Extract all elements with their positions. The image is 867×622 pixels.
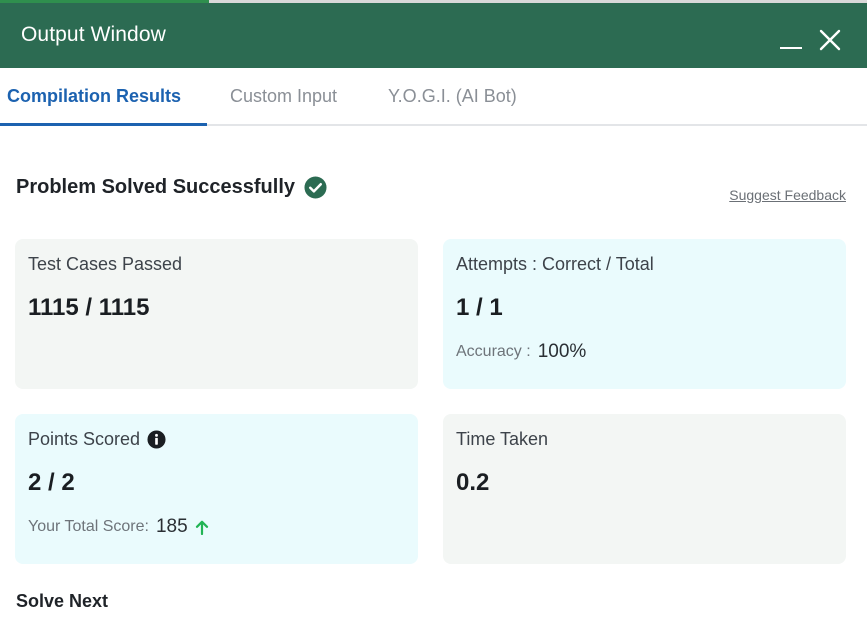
tab-custom-input[interactable]: Custom Input (230, 86, 337, 107)
accuracy-value: 100% (537, 341, 587, 362)
points-label: Points Scored (28, 429, 141, 449)
test-cases-card: Test Cases Passed 1115 / 1115 (15, 239, 418, 389)
minimize-icon[interactable] (780, 47, 802, 49)
attempts-label: Attempts : Correct / Total (456, 254, 654, 274)
close-icon[interactable] (818, 28, 842, 52)
points-label-row: Points Scored (28, 429, 405, 450)
time-label: Time Taken (456, 429, 549, 449)
attempts-card: Attempts : Correct / Total 1 / 1 Accurac… (443, 239, 846, 389)
points-value: 2 / 2 (28, 469, 75, 496)
test-cases-value: 1115 / 1115 (28, 294, 150, 321)
attempts-value: 1 / 1 (456, 294, 503, 321)
tab-bar: Compilation Results Custom Input Y.O.G.I… (0, 68, 867, 126)
suggest-feedback-link[interactable]: Suggest Feedback (729, 187, 846, 203)
info-icon[interactable] (147, 430, 166, 449)
tab-compilation-results[interactable]: Compilation Results (7, 86, 181, 107)
check-circle-icon (304, 176, 327, 199)
total-score-row: Your Total Score: 185 (28, 516, 405, 538)
test-cases-label: Test Cases Passed (28, 254, 183, 274)
time-card: Time Taken 0.2 (443, 414, 846, 564)
accuracy-row: Accuracy : 100% (456, 341, 833, 363)
active-tab-indicator (0, 123, 207, 126)
result-heading-text: Problem Solved Successfully (16, 176, 295, 198)
result-heading: Problem Solved Successfully (16, 176, 327, 199)
points-card: Points Scored 2 / 2 Your Total Score: 18… (15, 414, 418, 564)
window-title: Output Window (21, 23, 166, 46)
window-titlebar: Output Window (0, 3, 867, 68)
arrow-up-icon (195, 520, 208, 535)
time-value: 0.2 (456, 469, 490, 496)
solve-next-heading: Solve Next (16, 591, 109, 611)
tab-yogi-ai-bot[interactable]: Y.O.G.I. (AI Bot) (388, 86, 517, 107)
total-score-value: 185 (155, 516, 188, 537)
total-score-label: Your Total Score: (28, 518, 149, 535)
accuracy-label: Accuracy : (456, 343, 531, 360)
